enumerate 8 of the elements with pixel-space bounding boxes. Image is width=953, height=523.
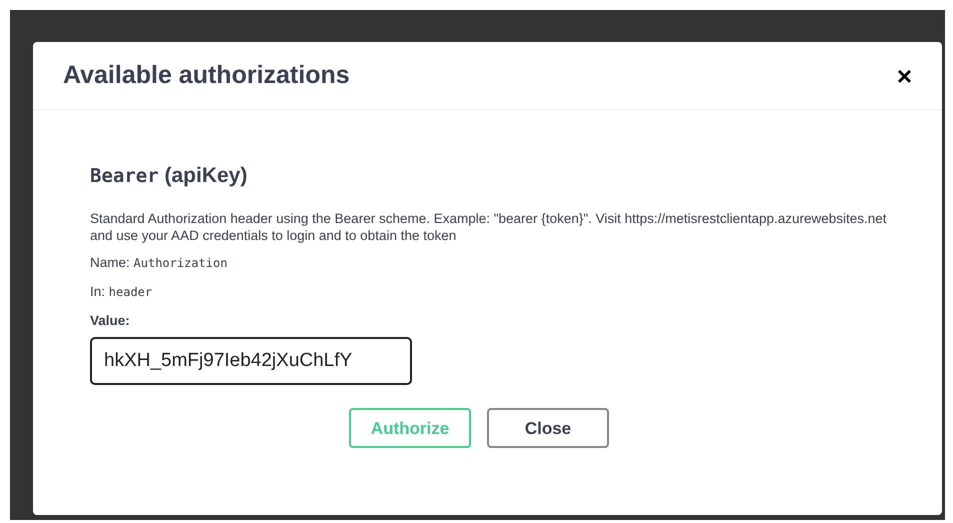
scheme-title: Bearer (apiKey) — [90, 163, 248, 189]
close-button[interactable]: Close — [487, 408, 609, 448]
scheme-description: Standard Authorization header using the Bearer scheme. Example: "bearer {token}". Visit https://metisrestclientapp.azurewebsites.net and use your AAD credentials to login and to obtain the token — [90, 210, 888, 244]
value-field[interactable]: hkXH_5mFj97Ieb42jXuChLfY — [90, 337, 412, 386]
dialog-title: Available authorizations — [63, 60, 350, 91]
value-label: Value: — [90, 312, 130, 330]
name-info: Name: Authorization — [90, 254, 228, 272]
in-info: In: header — [90, 282, 154, 301]
